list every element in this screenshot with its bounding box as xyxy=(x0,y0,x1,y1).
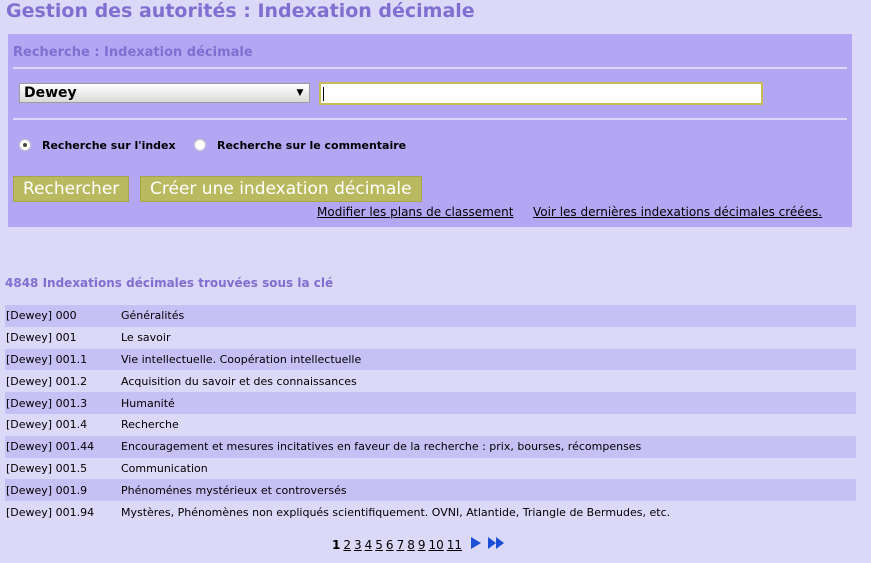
indexation-code: [Dewey] 000 xyxy=(6,309,77,323)
indexation-label: Vie intellectuelle. Coopération intellec… xyxy=(121,352,362,366)
table-row[interactable]: [Dewey] 001.5 Communication xyxy=(5,458,856,480)
radio-search-comment[interactable] xyxy=(194,139,206,151)
indexation-code: [Dewey] 001.2 xyxy=(6,374,88,388)
page-link-7[interactable]: 7 xyxy=(397,538,405,552)
chevron-down-icon[interactable]: ▼ xyxy=(291,84,309,102)
radio-search-comment-label[interactable]: Recherche sur le commentaire xyxy=(217,139,406,152)
table-row[interactable]: [Dewey] 001.2 Acquisition du savoir et de… xyxy=(5,370,856,392)
page-link-4[interactable]: 4 xyxy=(365,538,373,552)
indexation-code: [Dewey] 001.5 xyxy=(6,461,88,475)
indexation-label: Recherche xyxy=(121,418,179,432)
radio-search-index[interactable] xyxy=(19,139,31,151)
page-current: 1 xyxy=(332,537,341,552)
indexation-type-select[interactable]: Dewey ▼ xyxy=(19,83,310,103)
indexation-code: [Dewey] 001 xyxy=(6,331,77,345)
table-row[interactable]: [Dewey] 001 Le savoir xyxy=(5,327,856,349)
indexation-label: Le savoir xyxy=(121,331,171,345)
pagination: 1 2 3 4 5 6 7 8 9 10 11 xyxy=(332,535,505,554)
search-panel: Recherche : Indexation décimale Dewey ▼ … xyxy=(8,34,852,227)
search-button[interactable]: Rechercher xyxy=(13,176,130,202)
indexation-code: [Dewey] 001.94 xyxy=(6,505,95,519)
results-table: [Dewey] 000 Généralités [Dewey] 001 Le sav… xyxy=(5,305,856,523)
indexation-code: [Dewey] 001.3 xyxy=(6,396,88,410)
divider xyxy=(13,118,847,120)
indexation-code: [Dewey] 001.1 xyxy=(6,352,88,366)
page-link-10[interactable]: 10 xyxy=(428,538,443,552)
divider xyxy=(13,67,847,69)
indexation-label: Phénoménes mystérieux et controversés xyxy=(121,483,347,497)
radio-search-index-label[interactable]: Recherche sur l'index xyxy=(42,139,176,152)
text-cursor xyxy=(323,87,324,101)
next-arrow-icon[interactable] xyxy=(470,535,482,554)
page-link-2[interactable]: 2 xyxy=(343,538,351,552)
page-link-9[interactable]: 9 xyxy=(418,538,426,552)
create-indexation-button[interactable]: Créer une indexation décimale xyxy=(140,176,422,202)
page-link-6[interactable]: 6 xyxy=(386,538,394,552)
table-row[interactable]: [Dewey] 001.44 Encouragement et mesures i… xyxy=(5,435,856,458)
indexation-label: Humanité xyxy=(121,396,175,410)
indexation-label: Encouragement et mesures incitatives en … xyxy=(121,440,642,454)
page-link-3[interactable]: 3 xyxy=(354,538,362,552)
select-value: Dewey xyxy=(24,85,77,101)
page-link-8[interactable]: 8 xyxy=(407,538,415,552)
indexation-code: [Dewey] 001.44 xyxy=(6,440,95,454)
indexation-label: Communication xyxy=(121,461,208,475)
page-title: Gestion des autorités : Indexation décim… xyxy=(6,0,475,22)
page-link-11[interactable]: 11 xyxy=(447,538,462,552)
indexation-code: [Dewey] 001.4 xyxy=(6,418,88,432)
table-row[interactable]: [Dewey] 001.1 Vie intellectuelle. Coopéra… xyxy=(5,348,856,371)
table-row[interactable]: [Dewey] 000 Généralités xyxy=(5,305,856,327)
indexation-code: [Dewey] 001.9 xyxy=(6,483,88,497)
results-title: 4848 Indexations décimales trouvées sous… xyxy=(5,276,334,290)
table-row[interactable]: [Dewey] 001.3 Humanité xyxy=(5,392,856,414)
latest-indexations-link[interactable]: Voir les dernières indexations décimales… xyxy=(533,205,822,219)
page-link-5[interactable]: 5 xyxy=(375,538,383,552)
indexation-label: Généralités xyxy=(121,309,185,323)
indexation-label: Acquisition du savoir et des connaissanc… xyxy=(121,374,357,388)
table-row[interactable]: [Dewey] 001.4 Recherche xyxy=(5,414,856,436)
search-input[interactable] xyxy=(319,82,763,105)
table-row[interactable]: [Dewey] 001.9 Phénoménes mystérieux et co… xyxy=(5,479,856,502)
search-panel-title: Recherche : Indexation décimale xyxy=(13,45,253,60)
table-row[interactable]: [Dewey] 001.94 Mystères, Phénomènes non e… xyxy=(5,501,856,523)
last-page-icon[interactable] xyxy=(487,535,505,554)
indexation-label: Mystères, Phénomènes non expliqués scien… xyxy=(121,505,671,519)
modify-plans-link[interactable]: Modifier les plans de classement xyxy=(317,205,513,219)
